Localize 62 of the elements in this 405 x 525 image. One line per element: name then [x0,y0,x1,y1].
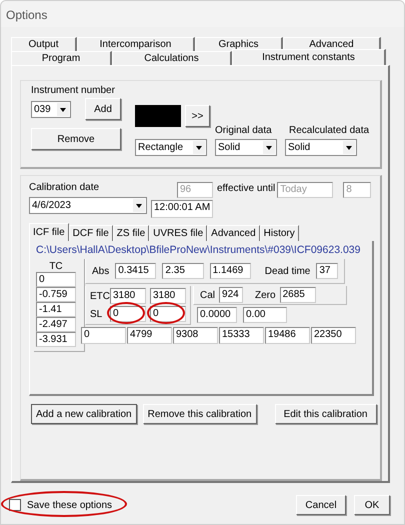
extra-field[interactable]: 0.0000 [197,307,237,323]
tc-field[interactable]: -1.41 [36,302,76,317]
cal-field[interactable]: 924 [219,287,244,303]
dialog-button[interactable]: Cancel [296,495,346,515]
original-data-label: Original data [215,124,273,136]
instrument-dropdown[interactable]: 039 [31,100,71,118]
tab[interactable]: Graphics [195,37,283,51]
etc-field[interactable]: 3180 [110,288,146,304]
dialog-button[interactable]: OK [354,495,390,515]
calibration-button[interactable]: Remove this calibration [142,404,257,424]
instrument-number-label: Instrument number [31,85,116,96]
tab[interactable]: Calculations [112,51,232,65]
count-value-field[interactable]: 19486 [265,327,310,344]
abs-field[interactable]: 0.3415 [115,263,156,279]
date-dropdown[interactable]: 4/6/2023 [29,197,147,214]
file-tab[interactable]: DCF file [68,225,113,241]
more-button[interactable]: >> [185,105,210,127]
recalculated-data-label: Recalculated data [289,124,370,136]
file-tab[interactable]: ICF file [29,223,69,241]
count-value-field[interactable]: 22350 [311,327,356,344]
file-tab[interactable]: ZS file [112,225,150,241]
remove-button[interactable]: Remove [31,128,121,150]
add-button[interactable]: Add [85,98,121,120]
abs-field[interactable]: 1.1469 [210,263,251,279]
calibration-button[interactable]: Edit this calibration [274,404,376,424]
file-tab[interactable]: UVRES file [149,225,208,241]
tab[interactable]: Output [11,37,77,51]
zero-field[interactable]: 2685 [280,287,316,303]
abs-label: Abs [92,266,110,276]
zero-label: Zero [255,290,276,300]
extra-field[interactable]: 0.00 [243,307,287,323]
tab[interactable]: Instrument constants [232,49,386,65]
sl-label: SL [90,308,104,320]
calibration-date-label: Calibration date [29,182,100,193]
calibration-button[interactable]: Add a new calibration [31,404,137,424]
dead-time-field[interactable]: 37 [316,263,338,279]
checkbox-icon[interactable] [9,499,21,511]
count-value-field[interactable]: 15333 [219,327,264,344]
shape-dropdown[interactable]: Rectangle [135,139,207,156]
save-options-checkbox[interactable]: Save these options [9,499,112,511]
etc-field[interactable]: 3180 [150,288,186,304]
cal-label: Cal [200,290,216,300]
count-value-field[interactable]: 0 [81,327,126,344]
tab[interactable]: Program [11,51,112,65]
tc-label: TC [48,261,64,272]
line-style-dropdown[interactable]: Solid [215,139,277,156]
tc-field[interactable]: -2.497 [36,317,76,332]
line-style-dropdown[interactable]: Solid [285,139,357,156]
count-value-field[interactable]: 4799 [127,327,172,344]
tc-field[interactable]: -3.931 [36,332,76,347]
file-tab[interactable]: Advanced [207,225,260,241]
dead-time-label: Dead time [264,266,310,276]
effective-until-label: effective until [217,183,276,194]
file-path: C:\Users\HallA\Desktop\BfileProNew\Instruments\#039\ICF09623.039 [36,244,362,256]
time-field[interactable]: 12:00:01 AM [151,200,213,218]
file-tab[interactable]: History [260,225,299,241]
color-swatch[interactable] [135,105,181,127]
tc-field[interactable]: -0.759 [36,287,76,302]
count-value-field[interactable]: 9308 [173,327,218,344]
abs-field[interactable]: 2.35 [162,263,204,279]
tc-field[interactable]: 0 [36,272,76,287]
tab[interactable]: Intercomparison [77,37,195,51]
